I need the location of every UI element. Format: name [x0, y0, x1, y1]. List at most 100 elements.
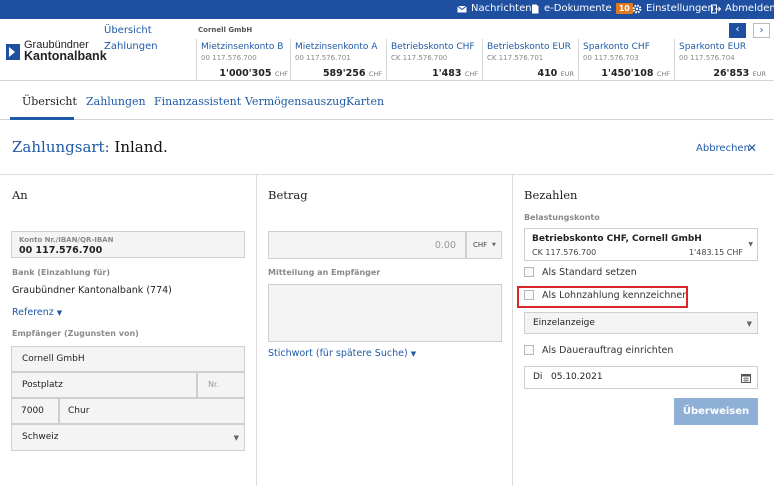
empfaenger-label: Empfänger (Zugunsten von) [12, 329, 139, 338]
stichwort-toggle[interactable]: Stichwort (für spätere Suche) ▼ [268, 348, 416, 359]
title-prefix: Zahlungsart: [12, 138, 110, 156]
standard-checkbox[interactable] [524, 267, 534, 277]
header-nav-zahlungen[interactable]: Zahlungen [104, 41, 158, 52]
referenz-label: Referenz [12, 307, 54, 318]
column-divider [512, 175, 513, 486]
tab-finanzassistent[interactable]: Finanzassistent [154, 95, 241, 108]
column-divider [256, 175, 257, 486]
anzeige-value: Einzelanzeige [533, 318, 595, 328]
date-input[interactable]: Di 05.10.2021 [524, 366, 758, 389]
country-value: Schweiz [22, 432, 59, 442]
account-balance: 26'853 EUR [713, 68, 766, 79]
belastungskonto-balance: 1'483.15 CHF [688, 248, 743, 257]
caret-down-icon: ▼ [492, 242, 496, 248]
currency-select[interactable]: CHF ▼ [466, 231, 502, 259]
ort-value: Chur [68, 406, 90, 416]
account-card[interactable]: Sparkonto EUR 00 117.576.704 26'853 EUR [674, 39, 770, 81]
ort-input[interactable]: Chur [59, 398, 245, 424]
account-card[interactable]: Betriebskonto EUR CK 117.576.701 410 EUR [482, 39, 578, 81]
mitteilung-label: Mitteilung an Empfänger [268, 268, 381, 277]
bezahlen-heading: Bezahlen [524, 188, 578, 202]
abmelden-label: Abmelden [725, 3, 774, 14]
account-name: Betriebskonto EUR [487, 42, 571, 52]
account-number: CK 117.576.700 [391, 54, 448, 62]
mitteilung-textarea[interactable] [268, 284, 502, 342]
belastungskonto-label: Belastungskonto [524, 213, 600, 222]
stichwort-label: Stichwort (für spätere Suche) [268, 348, 408, 359]
edokumente-label: e-Dokumente [544, 3, 612, 14]
plz-value: 7000 [21, 406, 44, 416]
an-heading: An [12, 188, 28, 202]
account-card[interactable]: Sparkonto CHF 00 117.576.703 1'450'108 C… [578, 39, 674, 81]
tab-zahlungen[interactable]: Zahlungen [86, 95, 146, 108]
cancel-link[interactable]: Abbrechen [696, 143, 750, 154]
highlight-box [517, 286, 688, 308]
einstellungen-label: Einstellungen [646, 3, 714, 14]
active-tab-indicator [10, 117, 74, 120]
document-icon [532, 4, 539, 13]
plz-input[interactable]: 7000 [11, 398, 59, 424]
logo-line2: Kantonalbank [24, 49, 107, 63]
account-balance: 589'256 CHF [322, 68, 382, 79]
account-balance: 410 EUR [537, 68, 574, 79]
konto-value: 00 117.576.700 [19, 245, 103, 256]
close-icon[interactable]: ✕ [747, 141, 757, 155]
referenz-toggle[interactable]: Referenz ▼ [12, 307, 62, 318]
nachrichten-label: Nachrichten [471, 3, 532, 14]
header: Graubündner Kantonalbank Übersicht Zahlu… [0, 19, 774, 81]
accounts-prev-button[interactable]: ‹ [729, 23, 746, 38]
divider [0, 174, 774, 175]
belastungskonto-select[interactable]: Betriebskonto CHF, Cornell GmbH CK 117.5… [524, 228, 758, 261]
main-tabs: Übersicht Zahlungen Finanzassistent Verm… [0, 81, 774, 120]
caret-down-icon: ▼ [233, 434, 239, 442]
date-value: Di 05.10.2021 [533, 372, 603, 382]
account-card[interactable]: Betriebskonto CHF CK 117.576.700 1'483 C… [386, 39, 482, 81]
street-input[interactable]: Postplatz [11, 372, 197, 398]
caret-down-icon: ▼ [746, 320, 752, 328]
dauerauftrag-checkbox[interactable] [524, 345, 534, 355]
belastungskonto-name: Betriebskonto CHF, Cornell GmbH [532, 234, 702, 244]
account-group-label: Cornell GmbH [198, 26, 253, 34]
currency-value: CHF [473, 241, 488, 249]
accounts-next-button[interactable]: › [753, 23, 770, 38]
street-value: Postplatz [22, 380, 63, 390]
account-number: CK 117.576.701 [487, 54, 544, 62]
bank-value: Graubündner Kantonalbank (774) [12, 285, 172, 296]
konto-label: Konto Nr./IBAN/QR-IBAN [19, 236, 114, 244]
anzeige-select[interactable]: Einzelanzeige ▼ [524, 312, 758, 334]
page-title: Zahlungsart: Inland. [12, 138, 168, 156]
amount-input[interactable]: 0.00 [268, 231, 466, 259]
country-select[interactable]: Schweiz ▼ [11, 424, 245, 451]
account-name: Sparkonto CHF [583, 42, 650, 52]
chevron-down-icon: ▼ [56, 309, 63, 317]
abmelden-link[interactable]: Abmelden [711, 3, 774, 14]
account-card[interactable]: Mietzinsenkonto A 00 117.576.701 589'256… [290, 39, 386, 81]
calendar-icon[interactable] [741, 373, 751, 383]
gkb-logo[interactable]: Graubündner Kantonalbank [6, 40, 107, 63]
gear-icon [632, 4, 642, 13]
top-bar: Nachrichten e-Dokumente 10 Einstellungen… [0, 0, 774, 19]
account-card[interactable]: Mietzinsenkonto B 00 117.576.700 1'000'3… [196, 39, 292, 81]
bank-label: Bank (Einzahlung für) [12, 268, 111, 277]
account-number: 00 117.576.701 [295, 54, 351, 62]
account-balance: 1'450'108 CHF [601, 68, 670, 79]
envelope-icon [457, 5, 467, 12]
einstellungen-link[interactable]: Einstellungen [632, 3, 714, 14]
edokumente-link[interactable]: e-Dokumente 10 [530, 3, 633, 14]
konto-input[interactable]: Konto Nr./IBAN/QR-IBAN 00 117.576.700 [11, 231, 245, 258]
account-name: Betriebskonto CHF [391, 42, 475, 52]
tab-vermoegensauszug[interactable]: Vermögensauszug [245, 95, 346, 108]
account-name: Mietzinsenkonto A [295, 42, 378, 52]
nachrichten-link[interactable]: Nachrichten [457, 3, 532, 14]
account-balance: 1'483 CHF [432, 68, 478, 79]
ueberweisen-button[interactable]: Überweisen [674, 398, 758, 425]
empfaenger-name-value: Cornell GmbH [22, 354, 85, 364]
header-nav-uebersicht[interactable]: Übersicht [104, 25, 152, 36]
account-number: 00 117.576.704 [679, 54, 735, 62]
tab-uebersicht[interactable]: Übersicht [22, 95, 77, 108]
tab-karten[interactable]: Karten [346, 95, 384, 108]
amount-value: 0.00 [434, 240, 456, 251]
empfaenger-name-input[interactable]: Cornell GmbH [11, 346, 245, 372]
house-number-input[interactable]: Nr. [197, 372, 245, 398]
logout-icon [711, 4, 721, 13]
